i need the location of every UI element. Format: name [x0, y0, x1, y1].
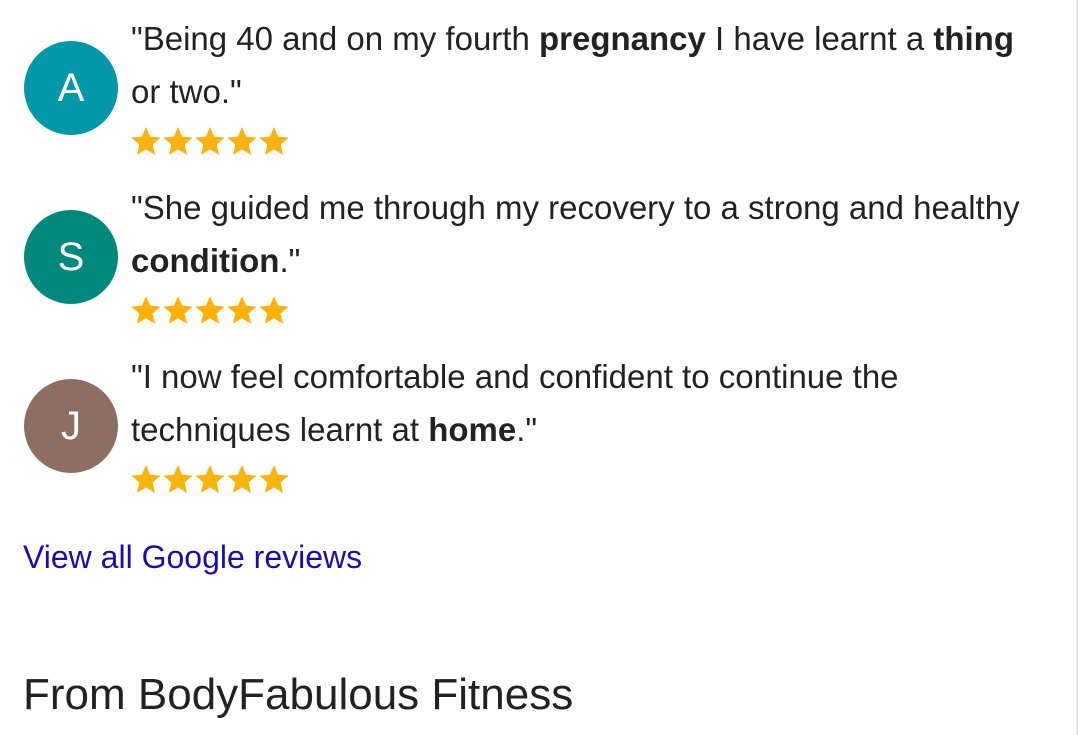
section-title: From BodyFabulous Fitness	[23, 670, 574, 719]
star-icon	[163, 127, 193, 155]
star-rating	[130, 125, 300, 159]
avatar: J	[24, 379, 118, 473]
star-icon	[131, 296, 161, 324]
review-item: A "Being 40 and on my fourth pregnancy I…	[24, 12, 1044, 162]
star-icon	[131, 465, 161, 493]
review-item: S "She guided me through my recovery to …	[24, 181, 1044, 331]
star-icon	[163, 296, 193, 324]
star-icon	[227, 296, 257, 324]
view-all-reviews-link[interactable]: View all Google reviews	[23, 537, 362, 577]
star-icon	[259, 465, 289, 493]
star-icon	[195, 296, 225, 324]
star-icon	[195, 465, 225, 493]
star-icon	[227, 465, 257, 493]
review-quote: "I now feel comfortable and confident to…	[131, 358, 899, 448]
avatar: S	[24, 210, 118, 304]
avatar: A	[24, 41, 118, 135]
review-quote: "Being 40 and on my fourth pregnancy I h…	[131, 20, 1014, 110]
star-icon	[259, 127, 289, 155]
star-icon	[195, 127, 225, 155]
star-rating	[130, 463, 300, 497]
star-icon	[163, 465, 193, 493]
review-item: J "I now feel comfortable and confident …	[24, 350, 1044, 500]
star-icon	[227, 127, 257, 155]
review-quote: "She guided me through my recovery to a …	[131, 189, 1020, 279]
star-icon	[131, 127, 161, 155]
star-icon	[259, 296, 289, 324]
star-rating	[130, 294, 300, 328]
